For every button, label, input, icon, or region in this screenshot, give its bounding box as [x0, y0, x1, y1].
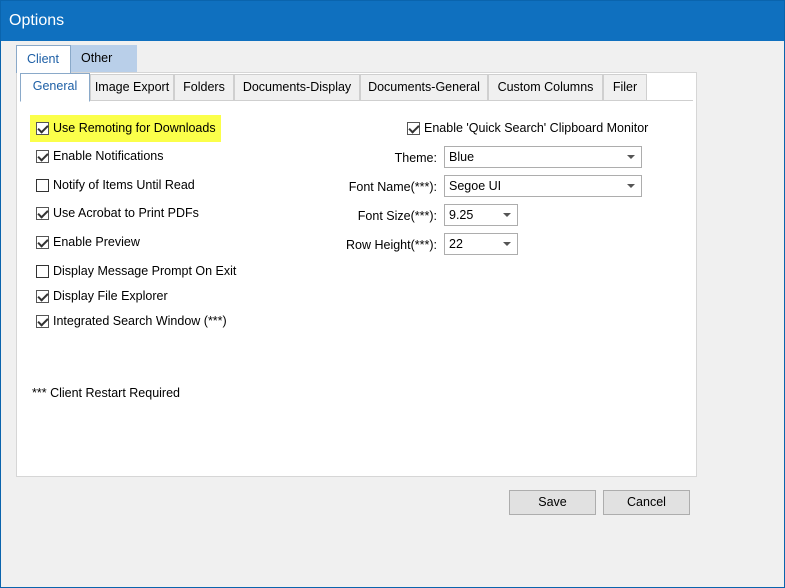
checkbox-box[interactable] — [36, 206, 49, 220]
quick-search-checkbox[interactable]: Enable 'Quick Search' Clipboard Monitor — [407, 118, 648, 138]
chevron-down-icon — [503, 242, 511, 246]
tab-image-export[interactable]: Image Export — [90, 74, 174, 101]
use-remoting-checkbox[interactable]: Use Remoting for Downloads — [36, 118, 216, 138]
tab-folders[interactable]: Folders — [174, 74, 234, 101]
notify-until-read-checkbox[interactable]: Notify of Items Until Read — [36, 175, 195, 195]
row-height-select[interactable]: 22 — [444, 233, 518, 255]
enable-notifications-checkbox[interactable]: Enable Notifications — [36, 146, 163, 166]
checkbox-label: Display File Explorer — [53, 289, 168, 303]
use-acrobat-checkbox[interactable]: Use Acrobat to Print PDFs — [36, 203, 199, 223]
checkbox-label: Use Remoting for Downloads — [53, 121, 216, 135]
display-exit-prompt-checkbox[interactable]: Display Message Prompt On Exit — [36, 261, 236, 281]
chevron-down-icon — [627, 184, 635, 188]
checkbox-box[interactable] — [407, 121, 420, 135]
cancel-button[interactable]: Cancel — [603, 490, 690, 515]
theme-value: Blue — [449, 150, 475, 164]
checkbox-box[interactable] — [36, 178, 49, 192]
checkbox-box[interactable] — [36, 289, 49, 303]
tab-other[interactable]: Other — [71, 45, 137, 72]
checkbox-label: Use Acrobat to Print PDFs — [53, 206, 199, 220]
checkbox-box[interactable] — [36, 235, 49, 249]
font-size-label: Font Size(***): — [357, 209, 437, 223]
display-file-explorer-checkbox[interactable]: Display File Explorer — [36, 286, 168, 306]
tab-filer[interactable]: Filer — [603, 74, 647, 101]
font-size-select[interactable]: 9.25 — [444, 204, 518, 226]
checkbox-label: Notify of Items Until Read — [53, 178, 195, 192]
checkbox-box[interactable] — [36, 121, 49, 135]
integrated-search-checkbox[interactable]: Integrated Search Window (***) — [36, 311, 227, 331]
font-name-select[interactable]: Segoe UI — [444, 175, 642, 197]
chevron-down-icon — [503, 213, 511, 217]
font-name-label: Font Name(***): — [348, 180, 437, 194]
row-height-value: 22 — [449, 237, 463, 251]
tab-custom-columns[interactable]: Custom Columns — [488, 74, 603, 101]
row-height-label: Row Height(***): — [345, 238, 437, 252]
tab-general[interactable]: General — [20, 73, 90, 102]
tab-documents-general[interactable]: Documents-General — [360, 74, 488, 101]
checkbox-box[interactable] — [36, 264, 49, 278]
tab-documents-display[interactable]: Documents-Display — [234, 74, 360, 101]
checkbox-label: Integrated Search Window (***) — [53, 314, 227, 328]
restart-note: *** Client Restart Required — [32, 386, 180, 400]
title-bar[interactable]: Options — [1, 1, 784, 41]
tab-client[interactable]: Client — [16, 45, 71, 73]
theme-select[interactable]: Blue — [444, 146, 642, 168]
save-button[interactable]: Save — [509, 490, 596, 515]
checkbox-label: Display Message Prompt On Exit — [53, 264, 237, 278]
enable-preview-checkbox[interactable]: Enable Preview — [36, 232, 140, 252]
checkbox-box[interactable] — [36, 149, 49, 163]
window-title: Options — [9, 12, 65, 29]
chevron-down-icon — [627, 155, 635, 159]
checkbox-label: Enable Preview — [53, 235, 140, 249]
theme-label: Theme: — [394, 151, 437, 165]
checkbox-label: Enable 'Quick Search' Clipboard Monitor — [424, 121, 649, 135]
checkbox-label: Enable Notifications — [53, 149, 164, 163]
font-name-value: Segoe UI — [449, 179, 502, 193]
font-size-value: 9.25 — [449, 208, 474, 222]
options-window: Options Client Other General Image Expor… — [0, 0, 785, 588]
checkbox-box[interactable] — [36, 314, 49, 328]
